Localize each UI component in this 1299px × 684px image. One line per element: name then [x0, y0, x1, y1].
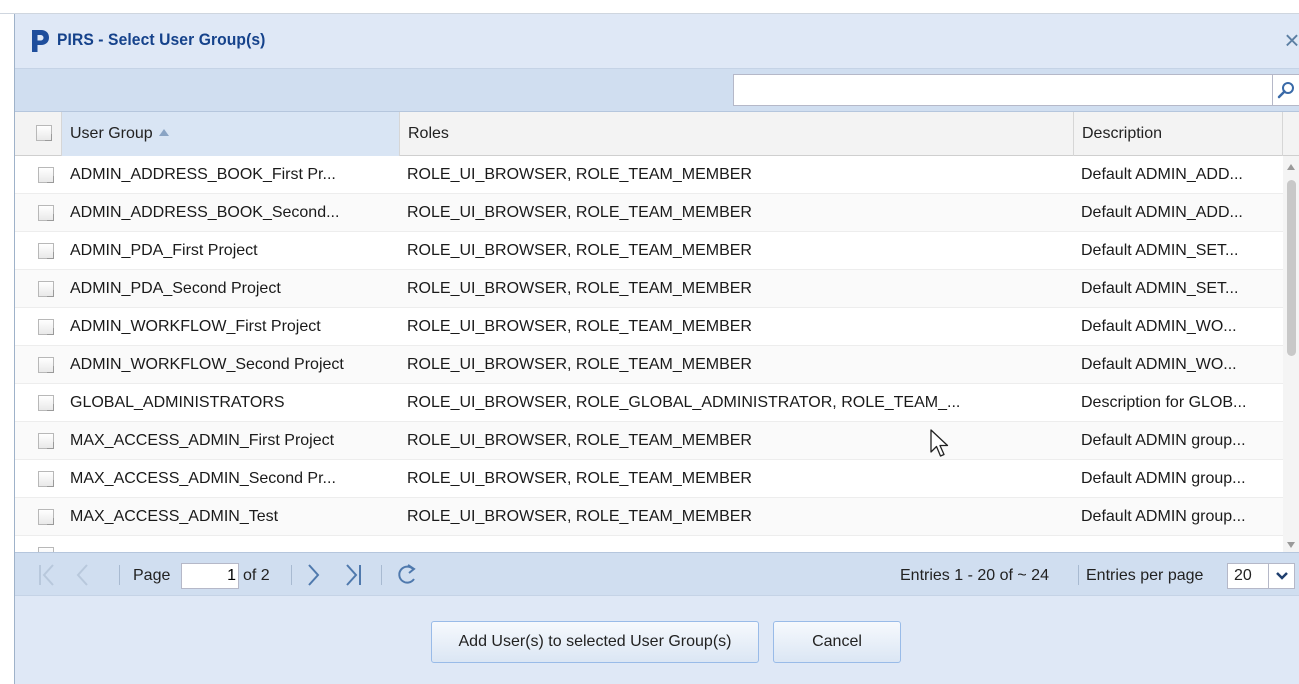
entries-per-page-label: Entries per page — [1086, 567, 1204, 584]
description-cell: Default ADMIN group... — [1081, 508, 1246, 525]
row-checkbox[interactable] — [38, 357, 54, 373]
description-cell: Default ADMIN group... — [1081, 470, 1246, 487]
dialog-title: PIRS - Select User Group(s) — [57, 30, 266, 49]
grid-body: ADMIN_ADDRESS_BOOK_First Pr... ROLE_UI_B… — [15, 156, 1283, 552]
table-row[interactable]: ADMIN_PDA_Second Project ROLE_UI_BROWSER… — [15, 270, 1283, 308]
user-group-cell: GLOBAL_ADMINISTRATORS — [70, 394, 285, 411]
select-all-header[interactable] — [15, 112, 62, 156]
chevron-down-icon — [1276, 572, 1288, 580]
table-row[interactable]: MAX_ACCESS_ADMIN_First Project ROLE_UI_B… — [15, 422, 1283, 460]
row-checkbox[interactable] — [38, 509, 54, 525]
table-row[interactable]: ADMIN_WORKFLOW_Second Project ROLE_UI_BR… — [15, 346, 1283, 384]
entries-per-page-select[interactable]: 20 — [1227, 563, 1269, 589]
sort-ascending-icon — [158, 129, 169, 136]
user-group-cell: MAX_ACCESS_ADMIN_First Project — [70, 432, 335, 449]
close-icon[interactable]: × — [1280, 26, 1299, 54]
table-row[interactable]: MAX_ACCESS_ADMIN_Second Pr... ROLE_UI_BR… — [15, 460, 1283, 498]
roles-cell: ROLE_UI_BROWSER, ROLE_TEAM_MEMBER — [407, 166, 752, 183]
cancel-button[interactable]: Cancel — [773, 621, 901, 663]
user-group-cell: MAX_ACCESS_ADMIN_Second Pr... — [70, 470, 336, 487]
description-cell: Default ADMIN_ADD... — [1081, 166, 1243, 183]
roles-cell: ROLE_UI_BROWSER, ROLE_TEAM_MEMBER — [407, 280, 752, 297]
page-number-input[interactable] — [181, 563, 239, 589]
background-window-fragment — [470, 0, 600, 4]
dialog-titlebar: PIRS - Select User Group(s) × — [15, 14, 1299, 68]
roles-cell: ROLE_UI_BROWSER, ROLE_TEAM_MEMBER — [407, 432, 752, 449]
vertical-scrollbar[interactable] — [1283, 156, 1299, 552]
dialog-footer: Add User(s) to selected User Group(s) Ca… — [15, 596, 1299, 684]
row-checkbox[interactable] — [38, 205, 54, 221]
search-button[interactable] — [1273, 74, 1299, 106]
row-checkbox[interactable] — [38, 281, 54, 297]
row-checkbox[interactable] — [38, 395, 54, 411]
row-checkbox[interactable] — [38, 433, 54, 449]
table-row[interactable]: ADMIN_WORKFLOW_First Project ROLE_UI_BRO… — [15, 308, 1283, 346]
page-label: Page — [133, 567, 171, 584]
row-checkbox[interactable] — [38, 471, 54, 487]
background-window-strip — [0, 0, 1299, 14]
description-cell: Default ADMIN_ADD... — [1081, 204, 1243, 221]
select-all-checkbox[interactable] — [36, 125, 52, 141]
table-row[interactable]: ADMIN_ADDRESS_BOOK_First Pr... ROLE_UI_B… — [15, 156, 1283, 194]
user-group-cell: ADMIN_WORKFLOW_Second Project — [70, 356, 344, 373]
roles-cell: ROLE_UI_BROWSER, ROLE_GLOBAL_ADMINISTRAT… — [407, 394, 961, 411]
description-cell: Default ADMIN_WO... — [1081, 356, 1237, 373]
toolbar-separator — [381, 565, 382, 585]
roles-cell: ROLE_UI_BROWSER, ROLE_TEAM_MEMBER — [407, 508, 752, 525]
table-row[interactable]: GLOBAL_ADMINISTRATORS ROLE_UI_BROWSER, R… — [15, 384, 1283, 422]
pirs-logo-icon — [32, 30, 49, 52]
search-toolbar — [15, 68, 1299, 112]
user-group-cell: ADMIN_ADDRESS_BOOK_Second... — [70, 204, 340, 221]
column-header-roles[interactable]: Roles — [400, 112, 1074, 156]
user-group-cell: ADMIN_ADDRESS_BOOK_First Pr... — [70, 166, 336, 183]
next-page-icon[interactable] — [305, 561, 323, 589]
table-row-partial[interactable] — [15, 536, 1283, 552]
previous-page-icon[interactable] — [73, 561, 91, 589]
row-checkbox[interactable] — [38, 167, 54, 183]
scroll-up-icon[interactable] — [1287, 164, 1295, 170]
refresh-icon[interactable] — [395, 561, 419, 589]
user-group-cell: ADMIN_PDA_First Project — [70, 242, 258, 259]
roles-cell: ROLE_UI_BROWSER, ROLE_TEAM_MEMBER — [407, 356, 752, 373]
user-group-cell: MAX_ACCESS_ADMIN_Test — [70, 508, 279, 525]
row-checkbox[interactable] — [38, 319, 54, 335]
grid-header: User Group Roles Description — [15, 112, 1299, 156]
user-group-cell: ADMIN_WORKFLOW_First Project — [70, 318, 321, 335]
paging-toolbar: Page of 2 Entries 1 - 20 of ~ 24 Entries… — [15, 552, 1299, 596]
column-header-label: User Group — [70, 125, 153, 142]
description-cell: Default ADMIN group... — [1081, 432, 1246, 449]
column-header-label: Roles — [408, 125, 449, 142]
column-header-user-group[interactable]: User Group — [62, 112, 400, 156]
roles-cell: ROLE_UI_BROWSER, ROLE_TEAM_MEMBER — [407, 470, 752, 487]
user-group-cell: ADMIN_PDA_Second Project — [70, 280, 281, 297]
description-cell: Default ADMIN_SET... — [1081, 242, 1239, 259]
table-row[interactable]: ADMIN_ADDRESS_BOOK_Second... ROLE_UI_BRO… — [15, 194, 1283, 232]
first-page-icon[interactable] — [37, 561, 57, 589]
table-row[interactable]: ADMIN_PDA_First Project ROLE_UI_BROWSER,… — [15, 232, 1283, 270]
table-row[interactable]: MAX_ACCESS_ADMIN_Test ROLE_UI_BROWSER, R… — [15, 498, 1283, 536]
toolbar-separator — [1078, 565, 1079, 585]
row-checkbox[interactable] — [38, 243, 54, 259]
select-user-group-dialog: PIRS - Select User Group(s) × User Group… — [14, 14, 1299, 684]
description-cell: Default ADMIN_WO... — [1081, 318, 1237, 335]
search-icon — [1277, 82, 1294, 99]
scrollbar-thumb[interactable] — [1287, 180, 1296, 356]
add-users-to-groups-button[interactable]: Add User(s) to selected User Group(s) — [431, 621, 759, 663]
search-input[interactable] — [733, 74, 1273, 106]
column-header-description[interactable]: Description — [1074, 112, 1283, 156]
user-group-grid: User Group Roles Description ADMIN_ADDRE… — [15, 112, 1299, 552]
roles-cell: ROLE_UI_BROWSER, ROLE_TEAM_MEMBER — [407, 318, 752, 335]
roles-cell: ROLE_UI_BROWSER, ROLE_TEAM_MEMBER — [407, 242, 752, 259]
toolbar-separator — [291, 565, 292, 585]
description-cell: Default ADMIN_SET... — [1081, 280, 1239, 297]
toolbar-separator — [119, 565, 120, 585]
entries-summary: Entries 1 - 20 of ~ 24 — [900, 567, 1049, 584]
column-header-label: Description — [1082, 125, 1163, 142]
roles-cell: ROLE_UI_BROWSER, ROLE_TEAM_MEMBER — [407, 204, 752, 221]
entries-per-page-trigger[interactable] — [1269, 563, 1295, 589]
description-cell: Description for GLOB... — [1081, 394, 1247, 411]
last-page-icon[interactable] — [343, 561, 363, 589]
scroll-down-icon[interactable] — [1287, 542, 1295, 548]
page-count-label: of 2 — [243, 567, 270, 584]
